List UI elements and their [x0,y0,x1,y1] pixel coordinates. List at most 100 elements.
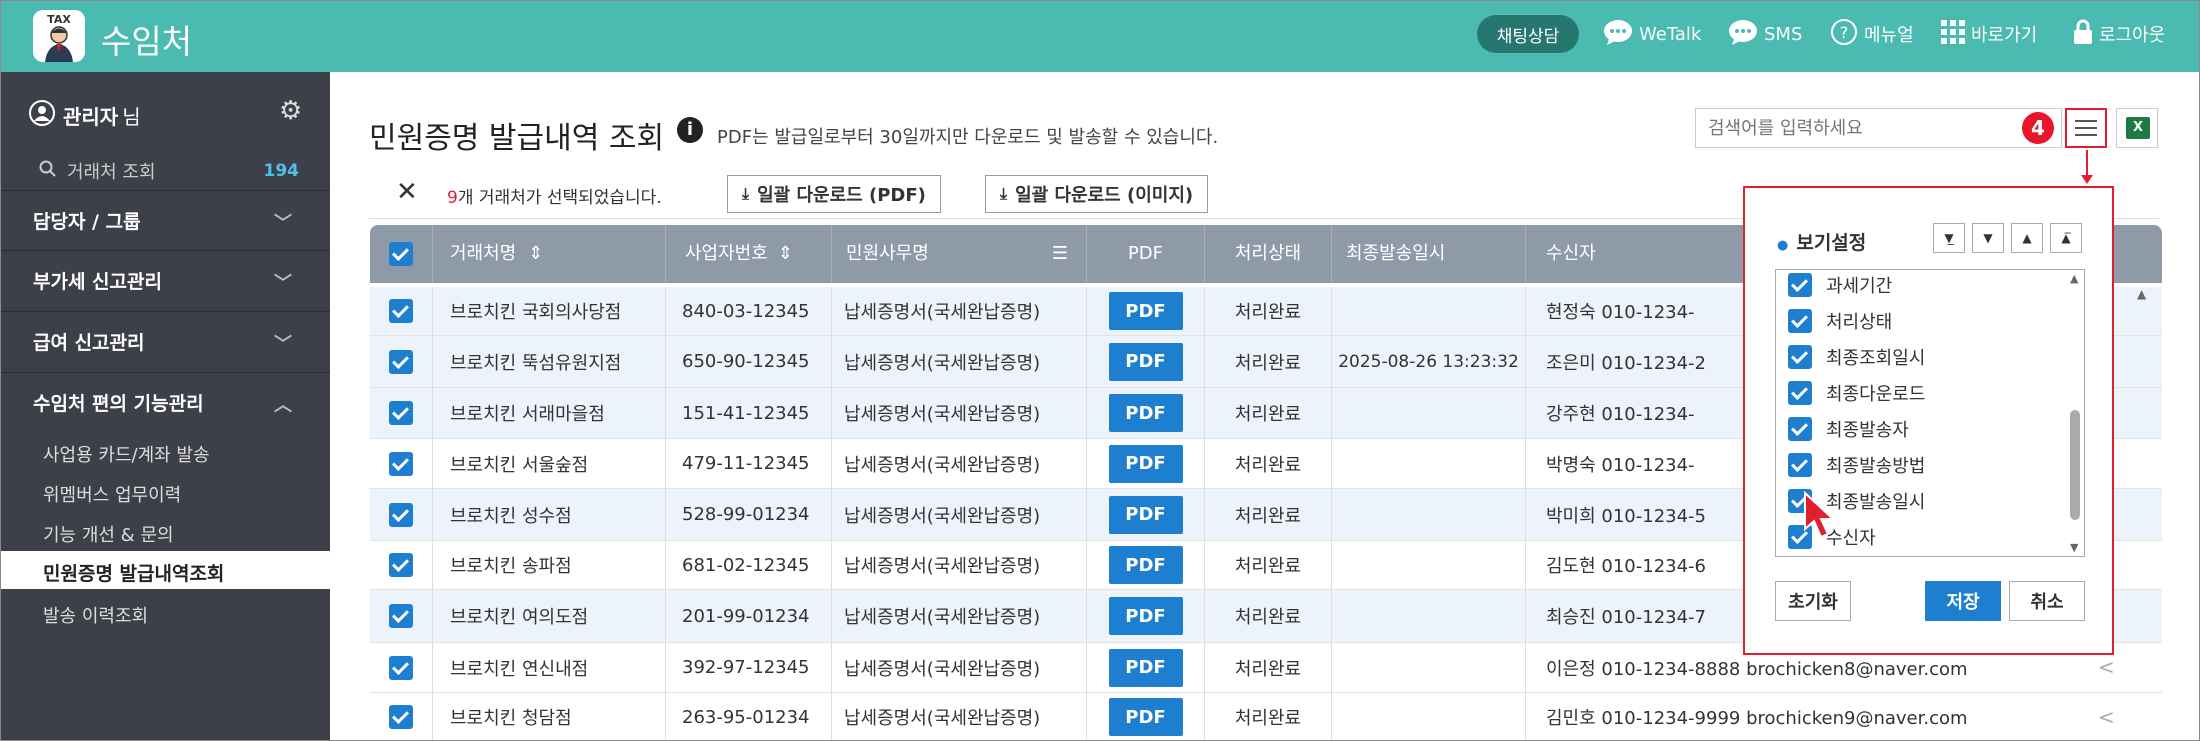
pdf-button[interactable]: PDF [1108,597,1183,635]
pdf-button[interactable]: PDF [1108,292,1183,330]
sms-label: SMS [1764,23,1803,45]
row-checkbox[interactable] [370,439,433,488]
chat-bubble-icon [1603,19,1633,50]
row-checkbox[interactable] [370,489,433,540]
cell-pdf: PDF [1087,693,1205,740]
move-up-button[interactable]: ▲ [2011,223,2043,253]
cell-office: 납세증명서(국세완납증명) [832,541,1087,589]
share-icon[interactable]: < [2098,655,2115,679]
cell-name: 브로치킨 연신내점 [433,643,666,692]
bulk-download-pdf-label: 일괄 다운로드 (PDF) [757,185,926,206]
col-office[interactable]: 민원사무명 ☰ [832,225,1087,283]
excel-download-button[interactable]: X [2116,108,2158,148]
view-settings-button[interactable] [2065,108,2107,148]
search-icon [39,160,57,183]
sidebar-item-client-search[interactable]: 거래처 조회 194 [39,158,299,184]
select-all-checkbox[interactable] [370,225,433,283]
option-checkbox[interactable] [1788,273,1812,297]
pdf-button[interactable]: PDF [1108,394,1183,432]
column-option[interactable]: 처리상태 [1776,305,1892,337]
download-icon: ⤓ [742,184,750,203]
move-down-icon: ▼ [1983,231,1993,245]
scroll-up-icon[interactable]: ▲ [2070,272,2078,285]
pdf-button[interactable]: PDF [1108,342,1183,381]
column-option[interactable]: 과세기간 [1776,270,1892,301]
sidebar-item-feedback[interactable]: 기능 개선 & 문의 [43,521,174,547]
col-name[interactable]: 거래처명 ⇕ [433,225,666,283]
info-icon[interactable]: i [677,117,703,143]
sidebar-item-certificate-history[interactable]: 민원증명 발급내역조회 [1,551,330,589]
wetalk-button[interactable]: WeTalk [1603,15,1701,53]
move-bottom-button[interactable]: ▼̲ [1933,223,1965,253]
option-checkbox[interactable] [1788,345,1812,369]
option-checkbox[interactable] [1788,453,1812,477]
logo[interactable]: TAX [33,10,85,62]
client-search-label: 거래처 조회 [67,162,156,183]
option-checkbox[interactable] [1788,381,1812,405]
sms-bubble-icon [1728,19,1758,50]
option-checkbox[interactable] [1788,309,1812,333]
bulk-download-pdf-button[interactable]: ⤓ 일괄 다운로드 (PDF) [727,175,941,213]
cell-pdf: PDF [1087,489,1205,540]
sidebar-item-card-account[interactable]: 사업용 카드/계좌 발송 [43,441,210,467]
column-option[interactable]: 최종조회일시 [1776,341,1925,373]
pdf-button[interactable]: PDF [1108,698,1183,736]
bulk-download-image-button[interactable]: ⤓ 일괄 다운로드 (이미지) [985,175,1209,213]
share-icon[interactable]: < [2098,705,2115,729]
option-checkbox[interactable] [1788,417,1812,441]
row-checkbox[interactable] [370,590,433,642]
table-row[interactable]: 브로치킨 청담점 263-95-01234 납세증명서(국세완납증명) PDF 처리완료… [370,693,2162,740]
cancel-button[interactable]: 취소 [2009,581,2085,621]
app-title: 수임처 [101,22,193,61]
cell-sent [1332,439,1526,488]
move-top-icon: ▲̅ [2061,231,2071,245]
logout-button[interactable]: 로그아웃 [2073,15,2165,53]
row-checkbox[interactable] [370,388,433,438]
selection-label: 개 거래처가 선택되었습니다. [457,188,662,208]
pdf-button[interactable]: PDF [1108,546,1183,584]
table-scrollbar[interactable]: ▲ [2137,287,2151,740]
col-bizno[interactable]: 사업자번호 ⇕ [666,225,832,283]
row-checkbox[interactable] [370,693,433,740]
sidebar-item-wemembers-history[interactable]: 위멤버스 업무이력 [43,481,181,507]
sidebar-group-label: 담당자 / 그룹 [33,211,141,233]
chat-consult-button[interactable]: 채팅상담 [1477,15,1579,53]
column-option[interactable]: 최종발송자 [1776,413,1909,445]
column-option[interactable]: 최종다운로드 [1776,377,1925,409]
move-down-button[interactable]: ▼ [1972,223,2004,253]
cell-status: 처리완료 [1205,693,1332,740]
sidebar-group-convenience[interactable]: 수임처 편의 기능관리 ︿ [1,372,330,432]
cell-bizno: 479-11-12345 [666,439,832,488]
sms-button[interactable]: SMS [1728,15,1802,53]
sidebar-item-send-history[interactable]: 발송 이력조회 [43,602,148,628]
cell-pdf: PDF [1087,388,1205,438]
column-option[interactable]: 최종발송일시 [1776,485,1925,517]
selection-text: 9개 거래처가 선택되었습니다. [447,183,662,208]
column-option[interactable]: 최종발송방법 [1776,449,1925,481]
excel-icon: X [2126,117,2150,139]
save-button[interactable]: 저장 [1925,581,2001,621]
manual-button[interactable]: ? 메뉴얼 [1830,15,1914,53]
row-checkbox[interactable] [370,541,433,589]
scroll-thumb[interactable] [2070,410,2080,520]
sidebar-group-manager[interactable]: 담당자 / 그룹 ﹀ [1,190,330,250]
cell-name: 브로치킨 청담점 [433,693,666,740]
search-input[interactable] [1695,108,2021,148]
sidebar-group-vat[interactable]: 부가세 신고관리 ﹀ [1,250,330,310]
cell-status: 처리완료 [1205,643,1332,692]
pdf-button[interactable]: PDF [1108,495,1183,534]
close-icon[interactable]: ✕ [396,177,418,207]
shortcut-button[interactable]: 바로가기 [1941,15,2037,53]
reset-button[interactable]: 초기화 [1775,581,1851,621]
move-top-button[interactable]: ▲̅ [2050,223,2082,253]
list-scrollbar[interactable]: ▲ ▼ [2066,270,2084,556]
row-checkbox[interactable] [370,336,433,387]
pdf-button[interactable]: PDF [1108,444,1183,483]
sidebar-group-payroll[interactable]: 급여 신고관리 ﹀ [1,311,330,371]
row-checkbox[interactable] [370,643,433,692]
pdf-button[interactable]: PDF [1108,648,1183,687]
admin-profile[interactable]: 관리자 님 [29,100,141,131]
row-checkbox[interactable] [370,287,433,335]
gear-icon[interactable]: ⚙ [279,96,302,126]
scroll-down-icon[interactable]: ▼ [2070,541,2078,554]
